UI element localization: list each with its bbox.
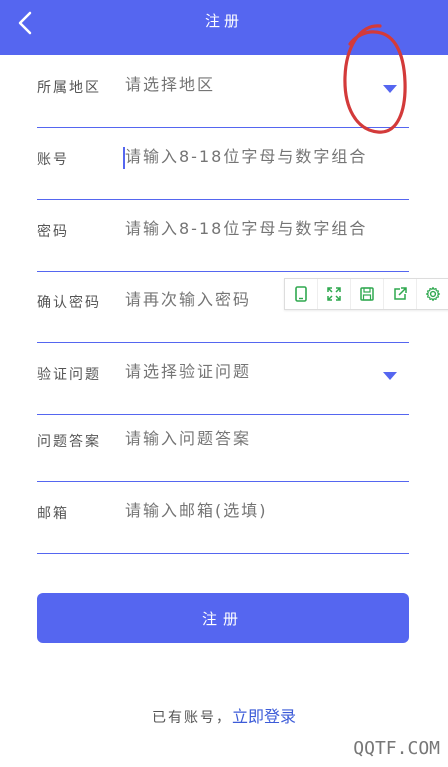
login-link[interactable]: 立即登录 (232, 707, 296, 726)
share-icon (394, 287, 407, 300)
security-question-select[interactable] (125, 362, 385, 381)
have-account-text: 已有账号， (151, 710, 232, 726)
email-label: 邮箱 (37, 506, 69, 522)
page-title: 注册 (204, 12, 243, 30)
answer-label: 问题答案 (37, 434, 101, 450)
floating-toolbar (284, 278, 448, 310)
account-row: 账号 (37, 127, 409, 200)
answer-row: 问题答案 (37, 409, 409, 482)
tablet-icon (295, 286, 307, 302)
confirm-password-label: 确认密码 (37, 295, 101, 311)
login-prompt: 已有账号，立即登录 (0, 703, 448, 727)
password-row: 密码 (37, 199, 409, 272)
password-label: 密码 (37, 224, 69, 240)
account-input[interactable] (125, 147, 385, 166)
watermark: QQTF.COM (353, 738, 440, 759)
save-tool[interactable] (351, 279, 384, 309)
gear-icon (425, 286, 441, 302)
region-label: 所属地区 (37, 80, 101, 96)
region-row[interactable]: 所属地区 (37, 55, 409, 128)
confirm-password-input[interactable] (125, 290, 285, 309)
chevron-down-icon[interactable] (383, 85, 397, 93)
expand-tool[interactable] (318, 279, 351, 309)
chevron-down-icon[interactable] (383, 372, 397, 380)
email-input[interactable] (125, 501, 385, 520)
settings-tool[interactable] (417, 279, 448, 309)
password-input[interactable] (125, 219, 385, 238)
security-question-row[interactable]: 验证问题 (37, 342, 409, 415)
account-label: 账号 (37, 152, 69, 168)
save-icon (360, 287, 374, 301)
register-button[interactable]: 注册 (37, 593, 409, 643)
region-select[interactable] (125, 75, 385, 94)
share-tool[interactable] (384, 279, 417, 309)
security-question-label: 验证问题 (37, 367, 101, 383)
tablet-tool[interactable] (285, 279, 318, 309)
answer-input[interactable] (125, 429, 385, 448)
email-row: 邮箱 (37, 481, 409, 554)
expand-icon (327, 287, 341, 301)
app-header: 注册 (0, 0, 448, 55)
